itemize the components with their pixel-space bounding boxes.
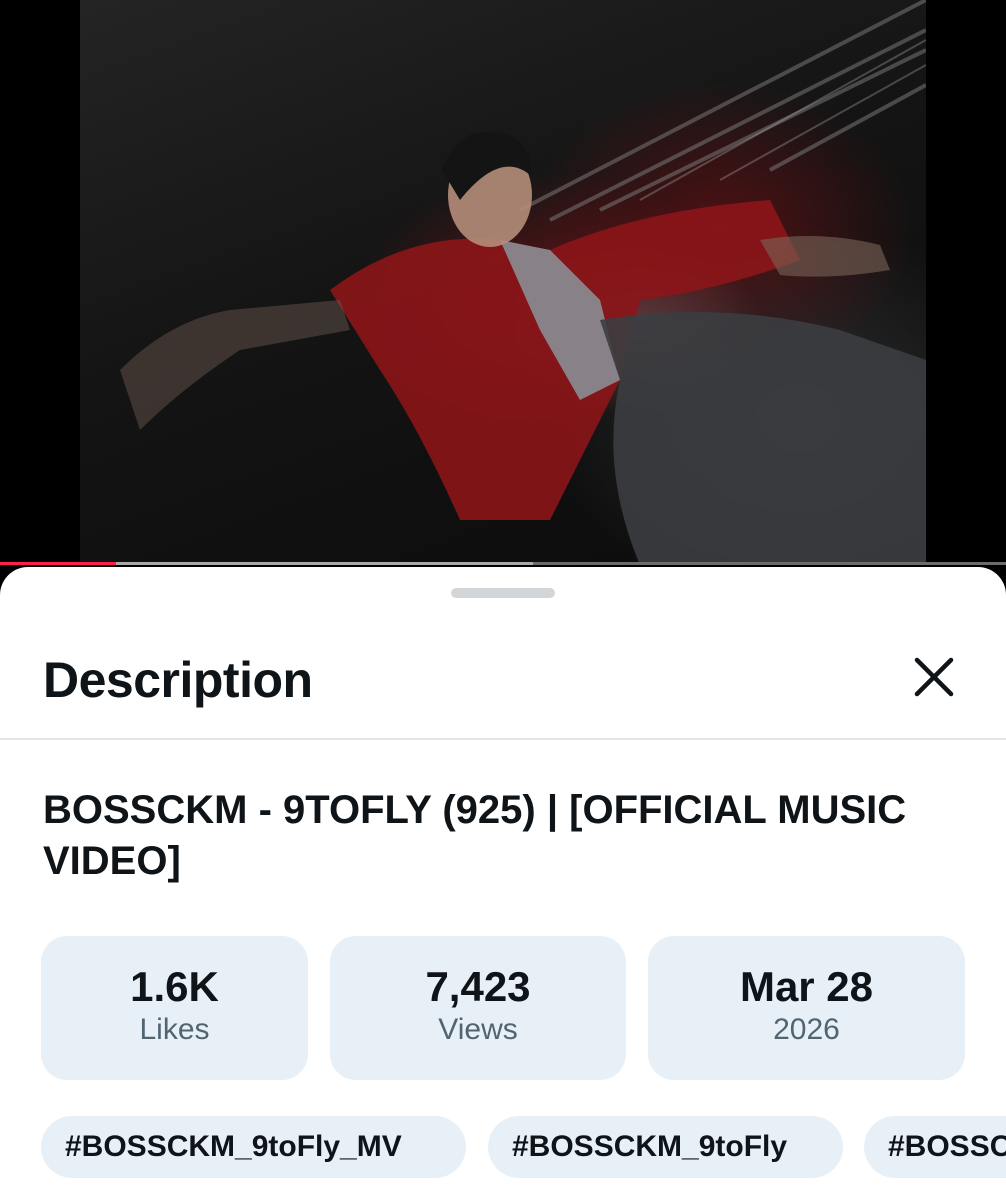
progress-played (0, 562, 116, 565)
video-progress-bar[interactable] (0, 562, 1006, 565)
close-button[interactable] (898, 641, 970, 713)
hashtag-chip[interactable]: #BOSSCKM_9toFly (488, 1116, 843, 1178)
likes-label: Likes (139, 1013, 210, 1046)
stat-likes: 1.6K Likes (41, 936, 308, 1080)
stats-row: 1.6K Likes 7,423 Views Mar 28 2026 (0, 936, 1006, 1080)
sheet-grabber[interactable] (451, 588, 555, 598)
video-player[interactable] (0, 0, 1006, 565)
video-frame (80, 0, 926, 565)
stat-views: 7,423 Views (330, 936, 626, 1080)
views-label: Views (438, 1013, 518, 1046)
hashtag-chip[interactable]: #BOSSCKM (864, 1116, 1006, 1178)
hashtag-chip[interactable]: #BOSSCKM_9toFly_MV (41, 1116, 466, 1178)
close-x-icon (914, 657, 954, 697)
description-sheet: Description BOSSCKM - 9TOFLY (925) | [OF… (0, 567, 1006, 1199)
post-date: Mar 28 (739, 963, 874, 1010)
hashtag-row: #BOSSCKM_9toFly_MV #BOSSCKM_9toFly #BOSS… (0, 1116, 1006, 1178)
likes-count: 1.6K (130, 963, 219, 1010)
header-divider (0, 738, 1006, 740)
sheet-title: Description (43, 652, 313, 708)
video-title: BOSSCKM - 9TOFLY (925) | [OFFICIAL MUSIC… (43, 788, 907, 883)
stat-date: Mar 28 2026 (648, 936, 965, 1080)
post-year: 2026 (773, 1013, 840, 1046)
views-count: 7,423 (425, 963, 531, 1010)
sheet-header: Description (0, 627, 1006, 739)
